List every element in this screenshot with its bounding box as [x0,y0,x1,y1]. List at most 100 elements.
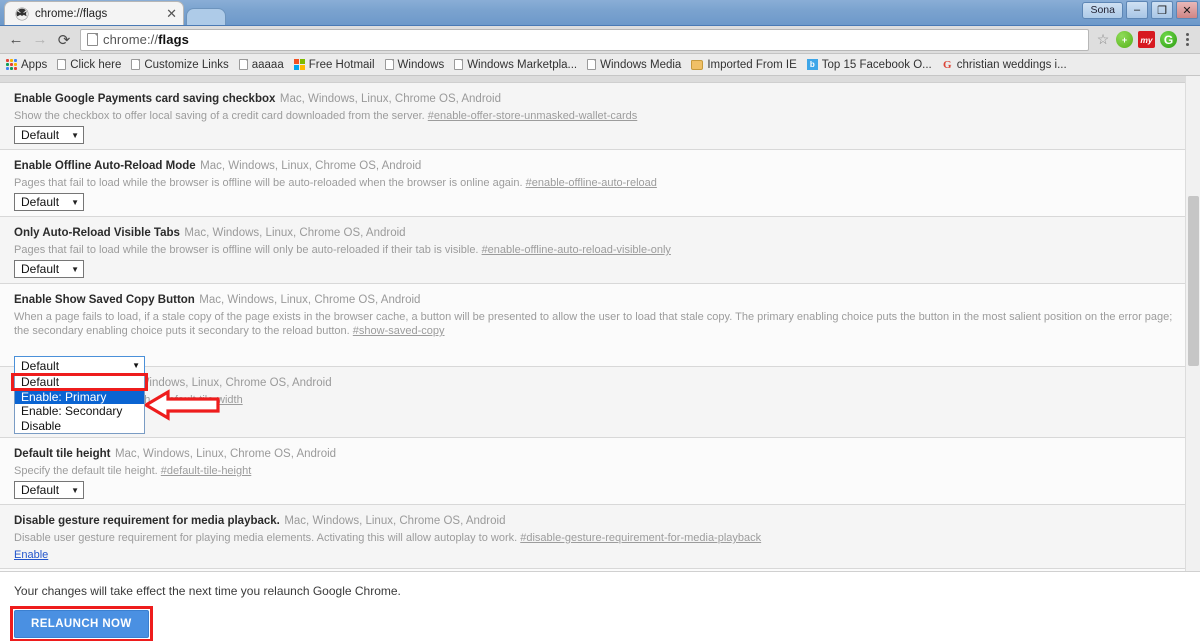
flag-platforms: Mac, Windows, Linux, Chrome OS, Android [199,294,421,306]
flag-permalink[interactable]: #enable-offer-store-unmasked-wallet-card… [428,110,638,122]
flag-heading: Enable Show Saved Copy Button Mac, Windo… [14,290,1190,308]
back-icon[interactable]: ← [4,28,28,52]
user-profile-badge[interactable]: Sona [1082,1,1123,19]
bookmark-top-15-facebook[interactable]: b Top 15 Facebook O... [804,58,939,72]
flag-heading: Only Auto-Reload Visible Tabs Mac, Windo… [14,223,1190,241]
flag-title: Default tile height [14,448,111,460]
flag-row: Default tile width Mac, Windows, Linux, … [0,367,1200,438]
flag-select-closed-value[interactable]: Default ▼ [14,356,145,375]
flag-permalink[interactable]: #default-tile-height [161,465,252,477]
option-enable-secondary[interactable]: Enable: Secondary [15,404,144,419]
close-window-button[interactable]: ✕ [1176,1,1198,19]
option-disable[interactable]: Disable [15,419,144,434]
chevron-down-icon: ▼ [132,361,140,370]
bookmark-windows-media[interactable]: Windows Media [584,58,688,72]
flag-select[interactable]: Default ▼ [14,481,84,499]
bing-icon: b [806,59,818,70]
flag-title: Enable Offline Auto-Reload Mode [14,160,196,172]
flag-select[interactable]: Default ▼ [14,126,84,144]
flag-description: Disable user gesture requirement for pla… [14,531,1190,545]
flag-description-text: Pages that fail to load while the browse… [14,244,479,256]
bookmark-apps[interactable]: Apps [3,58,54,72]
flag-permalink[interactable]: #enable-offline-auto-reload [526,177,657,189]
bookmark-windows-marketplace[interactable]: Windows Marketpla... [451,58,584,72]
page-icon [454,59,464,70]
flag-select[interactable]: Default ▼ [14,260,84,278]
bookmark-label: Windows Marketpla... [467,58,578,71]
bookmark-aaaaa[interactable]: aaaaa [236,58,291,72]
close-icon[interactable]: ✕ [166,7,177,20]
restore-button[interactable]: ❐ [1151,1,1173,19]
option-enable-primary[interactable]: Enable: Primary [15,389,144,404]
bookmark-free-hotmail[interactable]: Free Hotmail [291,58,382,72]
folder-icon [691,59,704,70]
address-bar[interactable]: chrome://flags [80,28,1089,51]
bookmark-label: aaaaa [251,58,284,71]
my-extension-icon[interactable]: my [1138,31,1155,48]
flag-row: Disable gesture requirement for media pl… [0,505,1200,569]
flag-select[interactable]: Default ▼ [14,193,84,211]
option-default[interactable]: Default [15,375,144,390]
flag-heading: Enable Offline Auto-Reload Mode Mac, Win… [14,156,1190,174]
flag-heading: Enable Google Payments card saving check… [14,89,1190,107]
flag-row-show-saved-copy: Enable Show Saved Copy Button Mac, Windo… [0,284,1200,367]
chevron-down-icon: ▼ [71,264,79,274]
forward-icon[interactable]: → [28,28,52,52]
flag-select-value: Default [21,483,60,497]
bookmark-star-icon[interactable]: ☆ [1093,31,1113,48]
flag-description: Show the checkbox to offer local saving … [14,109,1190,123]
flags-list: Enable Google Payments card saving check… [0,83,1200,571]
bookmark-label: Top 15 Facebook O... [821,58,932,71]
flag-permalink[interactable]: #enable-offline-auto-reload-visible-only [482,244,671,256]
bookmarks-bar: Apps Click here Customize Links aaaaa Fr… [0,54,1200,76]
flag-heading: Disable gesture requirement for media pl… [14,511,1190,529]
flag-description-text: Show the checkbox to offer local saving … [14,110,425,122]
vertical-scrollbar[interactable] [1185,76,1200,571]
bookmark-windows[interactable]: Windows [382,58,452,72]
flag-permalink[interactable]: #disable-gesture-requirement-for-media-p… [520,532,761,544]
flag-title: Only Auto-Reload Visible Tabs [14,227,180,239]
flag-description: Pages that fail to load while the browse… [14,243,1190,257]
bookmark-christian-weddings[interactable]: G christian weddings i... [939,58,1074,72]
page-icon [587,59,597,70]
flag-heading: Default tile height Mac, Windows, Linux,… [14,444,1190,462]
minimize-button[interactable]: – [1126,1,1148,19]
flag-platforms: Mac, Windows, Linux, Chrome OS, Android [284,515,506,527]
flag-description: Pages that fail to load while the browse… [14,176,1190,190]
flag-platforms: Mac, Windows, Linux, Chrome OS, Android [279,93,502,105]
flag-permalink[interactable]: #show-saved-copy [353,325,445,337]
flag-title: Enable Show Saved Copy Button [14,294,195,306]
flag-select-open[interactable]: Default ▼ Default Enable: Primary Enable… [11,356,148,434]
flag-platforms: Mac, Windows, Linux, Chrome OS, Android [114,448,337,460]
plus-extension-icon[interactable]: + [1116,31,1133,48]
browser-tab[interactable]: chrome://flags ✕ [4,1,184,25]
page-icon [384,59,394,70]
flag-description-text: When a page fails to load, if a stale co… [14,311,1173,337]
flags-scroll-area: Enable Google Payments card saving check… [0,76,1200,571]
flag-description-text: Specify the default tile height. [14,465,158,477]
scrollbar-thumb[interactable] [1188,196,1199,366]
bookmark-label: Imported From IE [707,58,797,71]
flag-description: When a page fails to load, if a stale co… [14,310,1190,338]
chrome-menu-icon[interactable] [1180,33,1196,46]
bookmark-label: Windows Media [600,58,682,71]
flag-enable-link[interactable]: Enable [14,549,48,561]
flag-title: Disable gesture requirement for media pl… [14,515,280,527]
page-info-icon[interactable] [87,33,98,46]
new-tab-button[interactable] [186,8,226,25]
bookmark-imported-from-ie[interactable]: Imported From IE [688,58,803,72]
flag-select-value: Default [21,358,60,373]
bookmark-click-here[interactable]: Click here [54,58,128,72]
bookmark-label: Click here [70,58,122,71]
relaunch-now-button[interactable]: RELAUNCH NOW [14,610,149,638]
flag-permalink[interactable]: #default-tile-width [156,394,242,406]
bookmark-label: christian weddings i... [956,58,1067,71]
reload-icon[interactable]: ⟳ [52,28,76,52]
flag-select-value: Default [21,195,60,209]
flag-row: Default tile height Mac, Windows, Linux,… [0,438,1200,505]
grammarly-extension-icon[interactable]: G [1160,31,1177,48]
scroll-cut-strip [0,76,1200,83]
flag-row: Only Auto-Reload Visible Tabs Mac, Windo… [0,217,1200,284]
bookmark-customize-links[interactable]: Customize Links [128,58,235,72]
apps-grid-icon [6,59,17,70]
